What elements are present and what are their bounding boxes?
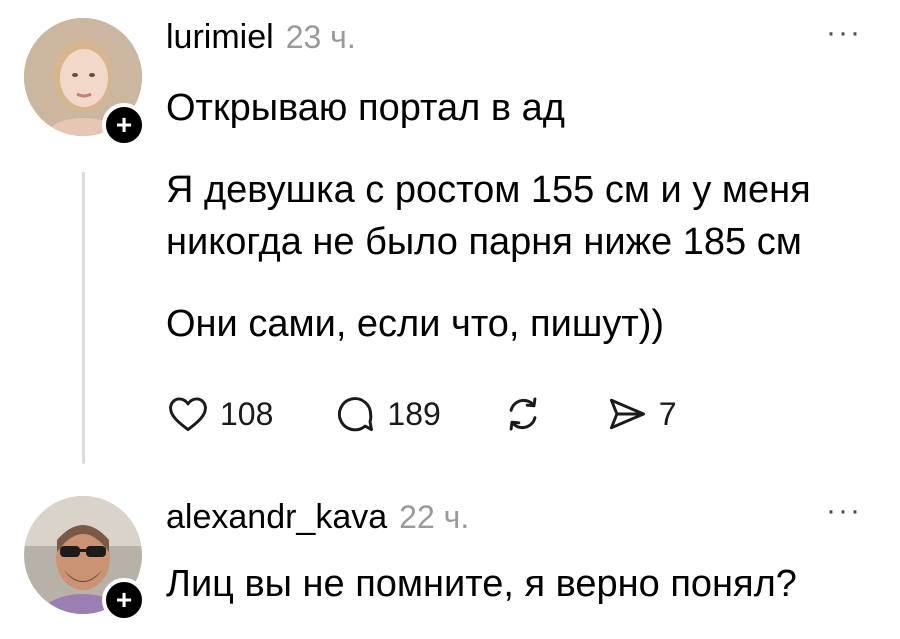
timestamp: 22 ч.: [399, 499, 470, 535]
post-actions: 108 189 7: [166, 392, 737, 436]
send-icon: [609, 398, 645, 430]
post-card: + lurimiel 23 ч. ··· Открываю портал в а…: [0, 0, 900, 490]
thread-line: [82, 172, 85, 464]
comment-button[interactable]: 189: [333, 392, 441, 436]
share-count: 7: [658, 395, 677, 432]
repost-icon: [509, 397, 537, 431]
timestamp: 23 ч.: [285, 19, 356, 55]
post-text: Я девушка с ростом 155 см и у меня никог…: [166, 169, 811, 263]
follow-button[interactable]: +: [102, 578, 146, 622]
like-button[interactable]: 108: [166, 392, 273, 436]
comment-count: 189: [387, 395, 441, 432]
like-count: 108: [220, 395, 274, 432]
post-text: Открываю портал в ад: [166, 87, 565, 129]
comment-icon: [338, 397, 374, 432]
share-button[interactable]: 7: [605, 392, 677, 436]
post-header: lurimiel 23 ч.: [166, 18, 356, 57]
follow-button[interactable]: +: [102, 103, 146, 147]
more-options-button[interactable]: ···: [826, 494, 862, 528]
username[interactable]: alexandr_kava: [166, 498, 387, 537]
post-card: + alexandr_kava 22 ч. ··· Лиц вы не помн…: [0, 490, 900, 639]
post-header: alexandr_kava 22 ч.: [166, 498, 469, 537]
post-text: Лиц вы не помните, я верно понял?: [166, 563, 797, 605]
more-options-button[interactable]: ···: [826, 16, 862, 50]
username[interactable]: lurimiel: [166, 18, 274, 57]
heart-icon: [169, 397, 207, 432]
post-text: Они сами, если что, пишут)): [166, 303, 665, 345]
repost-button[interactable]: [501, 392, 545, 436]
